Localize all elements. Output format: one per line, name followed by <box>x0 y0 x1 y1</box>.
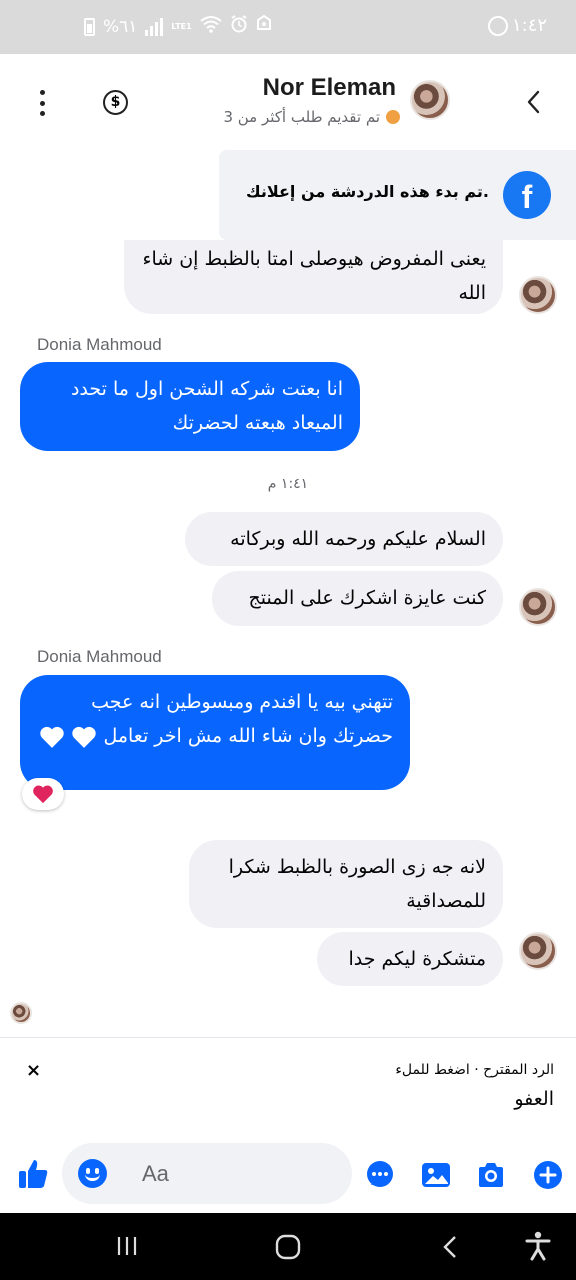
sender-name: Donia Mahmoud <box>37 335 162 354</box>
contact-name[interactable]: Nor Eleman <box>200 74 396 102</box>
status-dot <box>386 110 400 124</box>
reaction-badge[interactable] <box>22 778 64 810</box>
like-button[interactable] <box>16 1157 50 1191</box>
contact-avatar[interactable] <box>519 276 557 314</box>
message-input[interactable]: Aa <box>62 1143 352 1204</box>
message-input-placeholder: Aa <box>142 1161 169 1186</box>
message-text: تتهني بيه يا افندم ومبسوطين انه عجب حضرت… <box>91 691 393 747</box>
message-bubble-incoming[interactable]: لانه جه زى الصورة بالظبط شكرا للمصداقية <box>189 840 503 928</box>
add-button[interactable] <box>533 1160 563 1190</box>
plus-icon <box>534 1161 562 1189</box>
image-icon <box>422 1163 450 1187</box>
subtitle-text: تم تقديم طلب أكثر من 3 <box>223 108 380 126</box>
android-nav-bar <box>0 1213 576 1280</box>
clock: ١:٤٢ <box>488 15 547 36</box>
facebook-icon: f <box>503 171 551 219</box>
back-button[interactable] <box>520 86 548 118</box>
back-nav-button[interactable] <box>440 1234 460 1264</box>
message-bubble-incoming[interactable]: متشكرة ليكم جدا <box>317 932 503 986</box>
message-bubble-incoming[interactable]: يعنى المفروض هيوصلى امتا بالظبط إن شاء ا… <box>124 240 503 314</box>
home-icon <box>275 1234 301 1260</box>
battery-icon <box>84 17 95 36</box>
chat-bubble-button[interactable] <box>365 1160 395 1190</box>
suggested-reply-text[interactable]: العفو <box>514 1088 554 1110</box>
sync-icon <box>488 15 508 36</box>
accessibility-icon <box>525 1231 551 1261</box>
sender-name: Donia Mahmoud <box>37 647 162 666</box>
thumbs-up-icon <box>19 1160 48 1188</box>
accessibility-button[interactable] <box>524 1231 552 1265</box>
recent-apps-button[interactable] <box>116 1235 138 1261</box>
status-bar: %٦١ LTE1 ١:٤٢ <box>0 0 576 54</box>
home-button[interactable] <box>275 1234 301 1264</box>
status-icons: %٦١ LTE1 <box>84 14 272 38</box>
back-nav-icon <box>443 1236 456 1258</box>
contact-avatar[interactable] <box>410 80 450 120</box>
white-heart-icon <box>40 726 65 748</box>
chevron-left-icon <box>527 90 540 114</box>
time-separator: ١:٤١ م <box>267 476 309 492</box>
suggested-reply[interactable]: × الرد المقترح · اضغط للملء العفو <box>0 1037 576 1141</box>
more-options-icon[interactable] <box>38 90 46 116</box>
message-bubble-outgoing[interactable]: تتهني بيه يا افندم ومبسوطين انه عجب حضرت… <box>20 675 410 790</box>
camera-icon <box>479 1163 503 1187</box>
signal-icon <box>145 17 164 36</box>
recent-apps-icon <box>117 1237 137 1255</box>
white-heart-icon <box>72 726 97 748</box>
message-bubble-outgoing[interactable]: انا بعتت شركه الشحن اول ما تحدد الميعاد … <box>20 362 360 451</box>
alarm-icon <box>230 15 248 38</box>
close-icon[interactable]: × <box>26 1060 41 1081</box>
contact-avatar[interactable] <box>519 932 557 970</box>
network-text: LTE1 <box>171 21 192 31</box>
notification-icon <box>256 14 272 38</box>
dollar-icon[interactable]: $ <box>103 90 128 115</box>
chat-header <box>0 54 576 150</box>
battery-text: %٦١ <box>103 16 138 37</box>
gallery-button[interactable] <box>421 1161 451 1189</box>
wifi-icon <box>200 15 222 38</box>
message-bubble-incoming[interactable]: كنت عايزة اشكرك على المنتج <box>212 571 503 626</box>
ad-origin-banner: f تم بدء هذه الدردشة من إعلانك. <box>219 150 576 240</box>
seen-avatar <box>10 1002 32 1024</box>
contact-avatar[interactable] <box>519 588 557 626</box>
ad-banner-text: تم بدء هذه الدردشة من إعلانك. <box>245 182 489 201</box>
contact-subtitle: تم تقديم طلب أكثر من 3 <box>160 108 400 126</box>
emoji-icon[interactable] <box>78 1159 107 1188</box>
chat-bubble-icon <box>367 1161 393 1187</box>
clock-text: ١:٤٢ <box>512 15 548 36</box>
suggested-reply-label: الرد المقترح · اضغط للملء <box>395 1062 554 1078</box>
camera-button[interactable] <box>476 1161 506 1189</box>
red-heart-icon <box>33 785 53 804</box>
message-bubble-incoming[interactable]: السلام عليكم ورحمه الله وبركاته <box>185 512 503 566</box>
